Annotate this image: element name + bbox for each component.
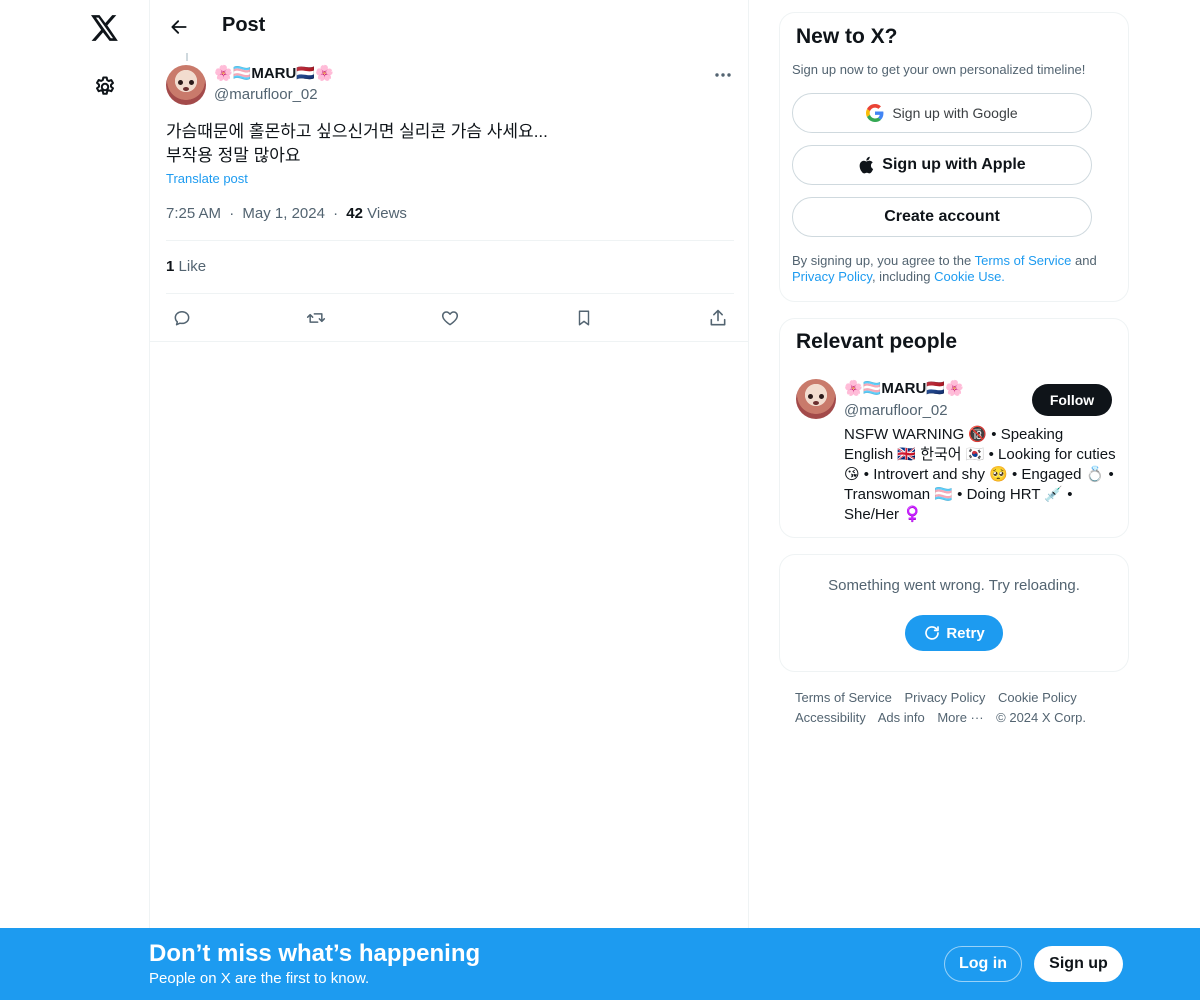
- reply-button[interactable]: [167, 303, 197, 333]
- post-time[interactable]: 7:25 AM: [166, 205, 221, 222]
- post-text: 가슴때문에 홀몬하고 싶으신거면 실리콘 가슴 사세요... 부작용 정말 많아…: [166, 120, 736, 168]
- bottom-bar-title: Don’t miss what’s happening: [149, 940, 481, 967]
- divider: [166, 240, 734, 241]
- more-options-button[interactable]: [710, 64, 736, 86]
- terms-of-service-link[interactable]: Terms of Service: [975, 253, 1072, 268]
- x-logo-icon[interactable]: [85, 8, 125, 48]
- gear-icon[interactable]: [85, 67, 125, 107]
- legal-text-part: and: [1071, 253, 1097, 268]
- apple-icon: [859, 156, 874, 174]
- back-button[interactable]: [162, 10, 196, 44]
- legal-text: By signing up, you agree to the Terms of…: [792, 253, 1118, 285]
- share-button[interactable]: [703, 303, 733, 333]
- person-name[interactable]: 🌸🏳️‍⚧️MARU🇳🇱🌸: [844, 379, 964, 397]
- sign-up-google-button[interactable]: Sign up with Google: [792, 93, 1092, 133]
- log-in-button[interactable]: Log in: [944, 946, 1022, 982]
- button-label: Retry: [946, 624, 985, 642]
- author-name[interactable]: 🌸🏳️‍⚧️MARU🇳🇱🌸: [214, 64, 334, 82]
- repost-icon: [306, 313, 326, 323]
- error-message: Something went wrong. Try reloading.: [828, 577, 1080, 594]
- footer-link-terms[interactable]: Terms of Service: [795, 690, 892, 705]
- translate-post-link[interactable]: Translate post: [166, 171, 248, 186]
- relevant-people-card: Relevant people 🌸🏳️‍⚧️MARU🇳🇱🌸 @marufloor…: [779, 318, 1129, 538]
- bookmark-button[interactable]: [569, 303, 599, 333]
- post-date[interactable]: May 1, 2024: [242, 205, 325, 222]
- follow-button[interactable]: Follow: [1032, 384, 1112, 416]
- bookmark-icon: [578, 310, 590, 326]
- bottom-signup-bar: Don’t miss what’s happening People on X …: [0, 928, 1200, 1000]
- sign-up-button[interactable]: Sign up: [1034, 946, 1123, 982]
- card-title: New to X?: [796, 25, 898, 48]
- heart-icon: [441, 311, 459, 326]
- copyright: © 2024 X Corp.: [996, 710, 1086, 725]
- retry-button[interactable]: Retry: [905, 615, 1003, 651]
- button-label: Sign up with Apple: [882, 156, 1026, 173]
- footer-link-accessibility[interactable]: Accessibility: [795, 710, 866, 725]
- footer-link-cookie[interactable]: Cookie Policy: [998, 690, 1077, 705]
- views-label: Views: [367, 205, 407, 222]
- like-button[interactable]: [435, 303, 465, 333]
- card-title: Relevant people: [796, 330, 958, 353]
- google-icon: [866, 104, 884, 122]
- cookie-use-link[interactable]: Cookie Use.: [934, 269, 1005, 284]
- post-text-line: 부작용 정말 많아요: [166, 146, 301, 165]
- button-label: Sign up with Google: [892, 105, 1018, 121]
- button-label: Create account: [884, 208, 1000, 225]
- arrow-left-icon: [171, 20, 187, 34]
- person-bio: NSFW WARNING 🔞 • Speaking English 🇬🇧 한국어…: [844, 426, 1116, 523]
- person-handle[interactable]: @marufloor_02: [844, 402, 948, 419]
- avatar[interactable]: [166, 65, 206, 105]
- likes-link[interactable]: 1 Like: [166, 258, 206, 275]
- repost-button[interactable]: [301, 303, 331, 333]
- divider: [150, 341, 748, 342]
- author-handle[interactable]: @marufloor_02: [214, 86, 318, 103]
- error-card: Something went wrong. Try reloading. Ret…: [779, 554, 1129, 672]
- footer-link-privacy[interactable]: Privacy Policy: [904, 690, 985, 705]
- create-account-button[interactable]: Create account: [792, 197, 1092, 237]
- main-column: Post 🌸🏳️‍⚧️MARU🇳🇱🌸 @marufloor_02 가슴때문에 홀…: [149, 0, 749, 1000]
- privacy-policy-link[interactable]: Privacy Policy: [792, 269, 872, 284]
- reply-icon: [174, 311, 190, 326]
- footer-link-more[interactable]: More ···: [937, 710, 983, 725]
- more-dots-icon: [715, 73, 731, 77]
- separator: ·: [229, 205, 235, 222]
- new-to-x-card: New to X? Sign up now to get your own pe…: [779, 12, 1129, 302]
- footer-link-ads-info[interactable]: Ads info: [878, 710, 925, 725]
- likes-label: Like: [178, 258, 207, 275]
- sign-up-apple-button[interactable]: Sign up with Apple: [792, 145, 1092, 185]
- page-title: Post: [222, 14, 266, 36]
- divider: [166, 293, 734, 294]
- post-meta: 7:25 AM · May 1, 2024 · 42 Views: [166, 205, 407, 222]
- card-subtitle: Sign up now to get your own personalized…: [792, 62, 1086, 77]
- left-navigation: [0, 0, 150, 1000]
- legal-text-part: By signing up, you agree to the: [792, 253, 975, 268]
- footer-links: Terms of Service Privacy Policy Cookie P…: [795, 688, 1115, 728]
- post-header: Post: [150, 0, 750, 53]
- share-icon: [710, 309, 726, 326]
- legal-text-part: , including: [871, 269, 935, 284]
- refresh-icon: [925, 626, 940, 640]
- likes-count: 1: [166, 258, 175, 275]
- bottom-bar-subtitle: People on X are the first to know.: [149, 970, 370, 987]
- separator: ·: [333, 205, 339, 222]
- avatar[interactable]: [796, 379, 836, 419]
- post-text-line: 가슴때문에 홀몬하고 싶으신거면 실리콘 가슴 사세요...: [166, 122, 548, 141]
- thread-line: [186, 53, 188, 61]
- views-count: 42: [346, 205, 363, 222]
